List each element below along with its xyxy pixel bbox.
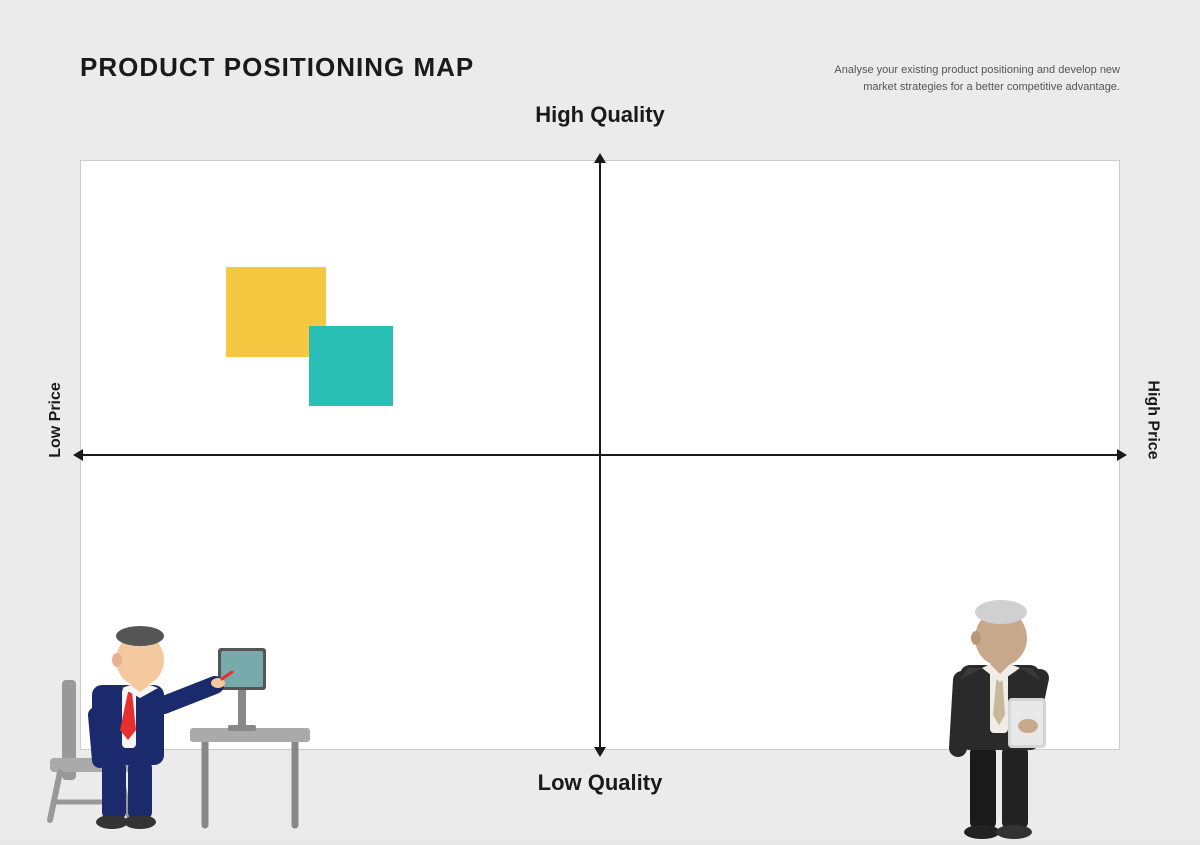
vertical-axis — [599, 161, 601, 749]
person-sitting-illustration — [40, 530, 320, 840]
label-low-quality: Low Quality — [538, 770, 663, 796]
page-description: Analyse your existing product positionin… — [820, 62, 1120, 95]
product-box-teal[interactable] — [309, 326, 393, 406]
page-container: PRODUCT POSITIONING MAP Analyse your exi… — [0, 0, 1200, 840]
label-high-quality: High Quality — [535, 102, 665, 128]
page-title: PRODUCT POSITIONING MAP — [80, 52, 474, 83]
label-high-price: High Price — [1143, 380, 1161, 459]
person-standing-illustration — [920, 530, 1080, 840]
label-low-price: Low Price — [47, 382, 65, 458]
